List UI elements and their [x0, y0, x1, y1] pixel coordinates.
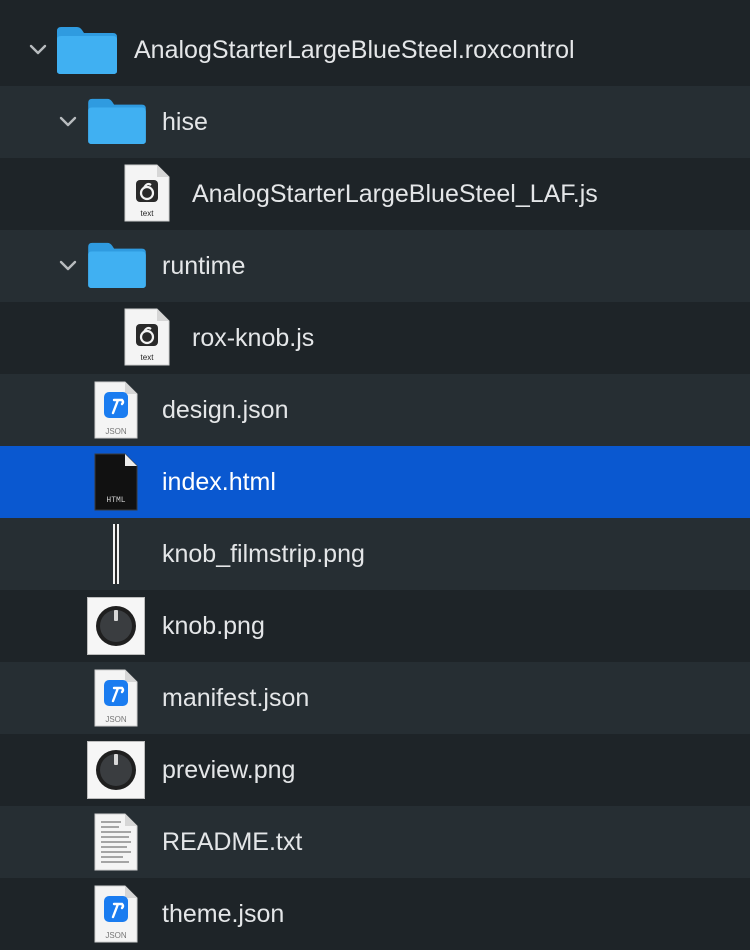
folder-icon — [86, 97, 148, 150]
folder-icon — [55, 25, 119, 80]
file-badge: JSON — [105, 931, 127, 940]
tree-row-label: hise — [162, 108, 208, 136]
tree-row-label: AnalogStarterLargeBlueSteel.roxcontrol — [134, 36, 575, 64]
tree-row-label: README.txt — [162, 828, 303, 856]
chevron-down-icon[interactable] — [56, 254, 80, 278]
js-file-icon: text — [123, 307, 171, 372]
chevron-down-icon[interactable] — [56, 110, 80, 134]
tree-row-label: knob.png — [162, 612, 265, 640]
tree-row-label: manifest.json — [162, 684, 310, 712]
tree-row-root[interactable]: AnalogStarterLargeBlueSteel.roxcontrol — [0, 0, 750, 86]
tree-row-hise[interactable]: hise — [0, 86, 750, 158]
folder-icon — [86, 241, 148, 294]
tree-row-rox-knob[interactable]: text rox-knob.js — [0, 302, 750, 374]
knob-thumbnail-icon — [87, 597, 145, 660]
tree-row-label: runtime — [162, 252, 246, 280]
json-file-icon: JSON — [93, 884, 139, 949]
json-file-icon: JSON — [93, 380, 139, 445]
tree-row-label: AnalogStarterLargeBlueSteel_LAF.js — [192, 180, 598, 208]
chevron-down-icon[interactable] — [26, 38, 50, 62]
tree-row-label: index.html — [162, 468, 276, 496]
file-badge: HTML — [106, 496, 126, 505]
text-file-icon — [93, 812, 139, 877]
knob-thumbnail-icon — [87, 741, 145, 804]
html-file-icon: HTML — [93, 452, 139, 517]
tree-row-runtime[interactable]: runtime — [0, 230, 750, 302]
tree-row-label: knob_filmstrip.png — [162, 540, 365, 568]
tree-row-label: preview.png — [162, 756, 296, 784]
js-file-icon: text — [123, 163, 171, 228]
file-badge: text — [140, 353, 154, 362]
tree-row-readme[interactable]: README.txt — [0, 806, 750, 878]
tree-row-hise-laf[interactable]: text AnalogStarterLargeBlueSteel_LAF.js — [0, 158, 750, 230]
tree-row-design-json[interactable]: JSON design.json — [0, 374, 750, 446]
tree-row-label: rox-knob.js — [192, 324, 315, 352]
file-badge: JSON — [105, 427, 127, 436]
filmstrip-thumbnail-icon — [111, 524, 121, 589]
tree-row-label: design.json — [162, 396, 289, 424]
tree-row-preview-png[interactable]: preview.png — [0, 734, 750, 806]
file-badge: JSON — [105, 715, 127, 724]
json-file-icon: JSON — [93, 668, 139, 733]
tree-row-knob-filmstrip[interactable]: knob_filmstrip.png — [0, 518, 750, 590]
file-tree: AnalogStarterLargeBlueSteel.roxcontrol h… — [0, 0, 750, 950]
tree-row-label: theme.json — [162, 900, 285, 928]
tree-row-manifest-json[interactable]: JSON manifest.json — [0, 662, 750, 734]
file-badge: text — [140, 209, 154, 218]
tree-row-theme-json[interactable]: JSON theme.json — [0, 878, 750, 950]
tree-row-index-html[interactable]: HTML index.html — [0, 446, 750, 518]
tree-row-knob-png[interactable]: knob.png — [0, 590, 750, 662]
